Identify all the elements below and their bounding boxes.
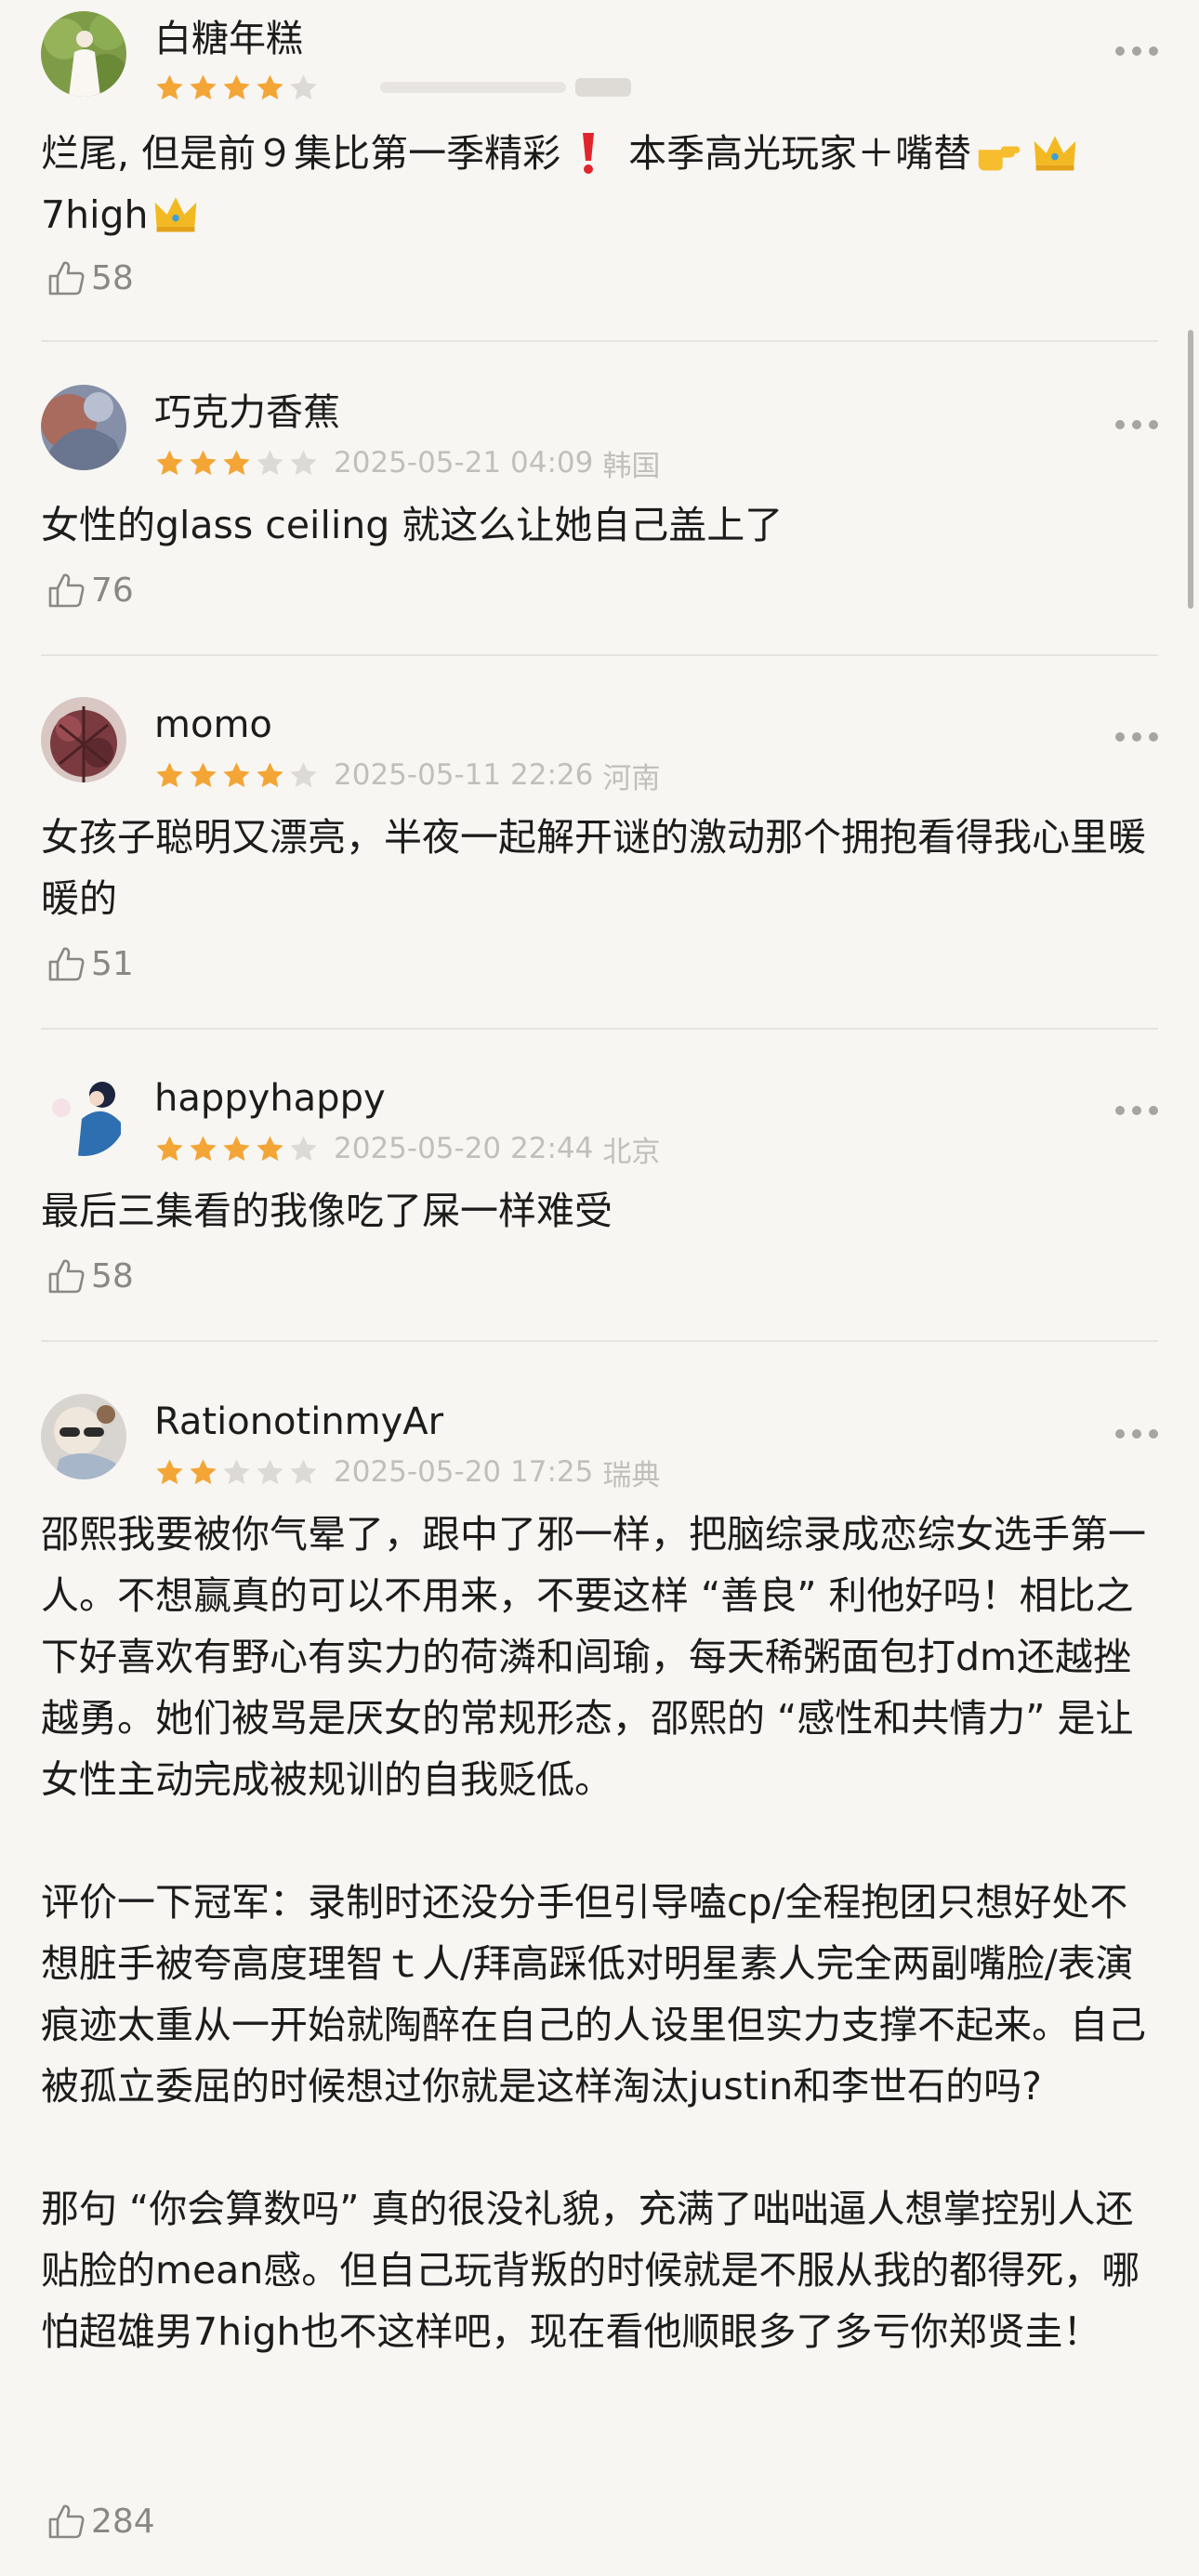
review-comment: 最后三集看的我像吃了屎一样难受	[41, 1189, 613, 1233]
more-options-icon[interactable]	[1115, 1106, 1158, 1117]
star-rating	[154, 72, 319, 103]
more-options-icon[interactable]	[1115, 1429, 1158, 1440]
avatar[interactable]	[41, 697, 126, 782]
thumbs-up-icon	[48, 947, 85, 981]
star-icon	[257, 449, 283, 475]
star-icon	[190, 1458, 217, 1484]
thumbs-up-icon	[48, 573, 85, 608]
star-rating	[154, 1457, 319, 1488]
divider	[41, 340, 1158, 342]
star-icon	[223, 73, 250, 99]
review-date: 2025-05-21 04:09	[334, 446, 594, 480]
review-meta: 2025-05-21 04:09 韩国	[154, 444, 661, 483]
avatar[interactable]	[41, 1394, 126, 1479]
star-icon	[156, 449, 183, 475]
star-icon	[190, 1135, 217, 1161]
star-rating	[154, 1134, 319, 1164]
review-comment: 烂尾, 但是前９集比第一季精彩 本季高光玩家＋嘴替 7high	[41, 123, 1158, 245]
like-button[interactable]: 51	[46, 942, 134, 985]
crown-emoji	[1034, 136, 1076, 171]
like-count: 51	[91, 944, 134, 983]
more-options-icon[interactable]	[1115, 420, 1158, 431]
pointing-hand-emoji	[978, 146, 1021, 171]
star-icon	[223, 1135, 250, 1161]
divider	[41, 1340, 1158, 1342]
username[interactable]: 白糖年糕	[154, 17, 303, 61]
review-comment: 女孩子聪明又漂亮，半夜一起解开谜的激动那个拥抱看得我心里暖暖的	[41, 815, 1146, 921]
star-rating	[154, 448, 319, 479]
star-icon	[190, 449, 217, 475]
username[interactable]: 巧克力香蕉	[154, 390, 340, 435]
star-icon	[156, 761, 183, 787]
review-comment: 女性的glass ceiling 就这么让她自己盖上了	[41, 503, 784, 547]
star-icon	[223, 761, 250, 787]
star-rating	[154, 760, 319, 791]
like-count: 284	[91, 2502, 155, 2541]
star-icon	[290, 449, 317, 475]
avatar[interactable]	[41, 11, 126, 97]
review-meta: 2025-05-11 22:26 河南	[154, 756, 661, 795]
star-icon	[257, 1458, 283, 1484]
username[interactable]: RationotinmyAr	[154, 1400, 443, 1444]
star-icon	[290, 1135, 317, 1161]
divider	[41, 654, 1158, 656]
star-icon	[257, 1135, 283, 1161]
review-date: 2025-05-20 17:25	[334, 1455, 594, 1489]
exclamation-emoji	[583, 133, 595, 174]
star-icon	[223, 1458, 250, 1484]
username[interactable]: happyhappy	[154, 1076, 386, 1121]
like-count: 76	[91, 571, 134, 610]
like-button[interactable]: 284	[46, 2500, 155, 2543]
review-date: 2025-05-20 22:44	[334, 1132, 594, 1165]
thumbs-up-icon	[48, 1259, 85, 1294]
blurred-date	[380, 78, 631, 97]
star-icon	[257, 761, 283, 787]
like-button[interactable]: 76	[46, 569, 134, 611]
review-meta: 2025-05-20 17:25 瑞典	[154, 1453, 661, 1492]
crown-emoji	[155, 197, 197, 232]
avatar[interactable]	[41, 1071, 126, 1156]
more-options-icon[interactable]	[1115, 46, 1158, 58]
divider	[41, 1028, 1158, 1030]
like-count: 58	[91, 258, 134, 297]
star-icon	[290, 1458, 317, 1484]
review-location: 韩国	[602, 449, 661, 483]
like-button[interactable]: 58	[46, 1255, 134, 1297]
star-icon	[257, 73, 283, 99]
review-meta: 2025-05-20 22:44 北京	[154, 1130, 661, 1169]
review-comment: 邵熙我要被你气晕了，跟中了邪一样，把脑综录成恋综女选手第一人。不想赢真的可以不用…	[41, 1512, 1146, 2354]
star-icon	[290, 761, 317, 787]
star-icon	[190, 73, 217, 99]
star-icon	[156, 73, 183, 99]
scrollbar[interactable]	[1188, 330, 1193, 609]
username[interactable]: momo	[154, 703, 272, 747]
star-icon	[190, 761, 217, 787]
like-button[interactable]: 58	[46, 256, 134, 299]
star-icon	[223, 449, 250, 475]
review-location: 河南	[602, 761, 661, 795]
star-icon	[290, 73, 317, 99]
thumbs-up-icon	[48, 261, 85, 296]
thumbs-up-icon	[48, 2504, 85, 2539]
review-location: 北京	[602, 1135, 661, 1169]
like-count: 58	[91, 1256, 134, 1295]
review-meta	[154, 69, 687, 106]
star-icon	[156, 1135, 183, 1161]
avatar[interactable]	[41, 385, 126, 470]
more-options-icon[interactable]	[1115, 732, 1158, 743]
review-location: 瑞典	[602, 1458, 661, 1492]
review-date: 2025-05-11 22:26	[334, 758, 594, 792]
star-icon	[156, 1458, 183, 1484]
